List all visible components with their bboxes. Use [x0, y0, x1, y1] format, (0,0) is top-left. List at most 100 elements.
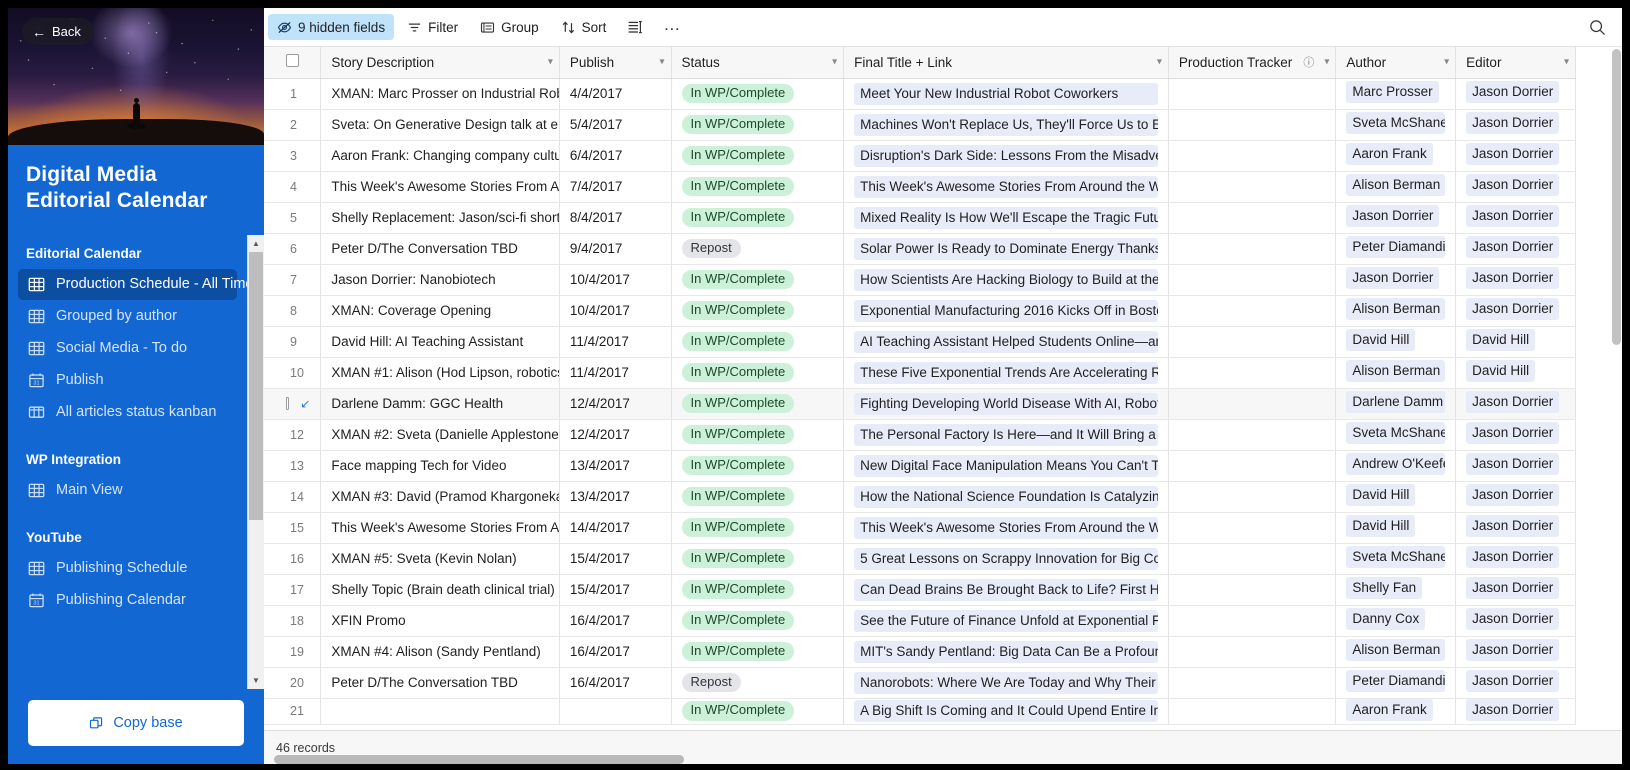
- table-row[interactable]: 21In WP/CompleteA Big Shift Is Coming an…: [264, 698, 1576, 724]
- cell-publish[interactable]: 10/4/2017: [559, 264, 671, 295]
- cell-publish[interactable]: 16/4/2017: [559, 605, 671, 636]
- cell-status[interactable]: In WP/Complete: [671, 388, 844, 419]
- row-number-cell[interactable]: 2: [264, 109, 321, 140]
- cell-story-description[interactable]: Face mapping Tech for Video: [321, 450, 560, 481]
- cell-publish[interactable]: 6/4/2017: [559, 140, 671, 171]
- cell-publish[interactable]: [559, 698, 671, 724]
- row-number-cell[interactable]: 20: [264, 667, 321, 698]
- row-number-cell[interactable]: ↗: [264, 388, 321, 419]
- cell-status[interactable]: In WP/Complete: [671, 543, 844, 574]
- cell-author[interactable]: Sveta McShane: [1336, 109, 1456, 140]
- cell-author[interactable]: Jason Dorrier: [1336, 202, 1456, 233]
- cell-production-tracker[interactable]: [1168, 605, 1335, 636]
- hidden-fields-button[interactable]: 9 hidden fields: [268, 14, 394, 40]
- cell-final-title-link[interactable]: Solar Power Is Ready to Dominate Energy …: [844, 233, 1169, 264]
- back-button[interactable]: ← Back: [22, 18, 94, 45]
- cell-author[interactable]: Peter Diamandis: [1336, 667, 1456, 698]
- cell-author[interactable]: Marc Prosser: [1336, 78, 1456, 109]
- cell-status[interactable]: In WP/Complete: [671, 636, 844, 667]
- cell-status[interactable]: In WP/Complete: [671, 698, 844, 724]
- cell-final-title-link[interactable]: Mixed Reality Is How We'll Escape the Tr…: [844, 202, 1169, 233]
- cell-story-description[interactable]: Shelly Topic (Brain death clinical trial…: [321, 574, 560, 605]
- table-row[interactable]: 17Shelly Topic (Brain death clinical tri…: [264, 574, 1576, 605]
- cell-publish[interactable]: 5/4/2017: [559, 109, 671, 140]
- row-number-cell[interactable]: 9: [264, 326, 321, 357]
- cell-publish[interactable]: 8/4/2017: [559, 202, 671, 233]
- cell-status[interactable]: In WP/Complete: [671, 202, 844, 233]
- cell-final-title-link[interactable]: Nanorobots: Where We Are Today and Why T…: [844, 667, 1169, 698]
- cell-story-description[interactable]: Peter D/The Conversation TBD: [321, 667, 560, 698]
- cell-final-title-link[interactable]: Meet Your New Industrial Robot Coworkers: [844, 78, 1169, 109]
- table-row[interactable]: 4This Week's Awesome Stories From Ar…7/4…: [264, 171, 1576, 202]
- cell-production-tracker[interactable]: [1168, 419, 1335, 450]
- cell-status[interactable]: In WP/Complete: [671, 109, 844, 140]
- cell-production-tracker[interactable]: [1168, 543, 1335, 574]
- group-button[interactable]: Group: [471, 14, 548, 40]
- cell-production-tracker[interactable]: [1168, 233, 1335, 264]
- cell-editor[interactable]: Jason Dorrier: [1456, 636, 1576, 667]
- cell-author[interactable]: David Hill: [1336, 326, 1456, 357]
- cell-author[interactable]: Alison Berman: [1336, 171, 1456, 202]
- cell-story-description[interactable]: Darlene Damm: GGC Health: [321, 388, 560, 419]
- cell-story-description[interactable]: This Week's Awesome Stories From Ar…: [321, 512, 560, 543]
- column-header-publish[interactable]: Publish ▾: [559, 47, 671, 78]
- cell-editor[interactable]: Jason Dorrier: [1456, 78, 1576, 109]
- cell-final-title-link[interactable]: A Big Shift Is Coming and It Could Upend…: [844, 698, 1169, 724]
- cell-publish[interactable]: 7/4/2017: [559, 171, 671, 202]
- cell-editor[interactable]: David Hill: [1456, 326, 1576, 357]
- copy-base-button[interactable]: Copy base: [28, 700, 244, 746]
- sidebar-item-social-media-to-do[interactable]: Social Media - To do: [18, 333, 237, 364]
- table-row[interactable]: 3Aaron Frank: Changing company culture6/…: [264, 140, 1576, 171]
- chevron-down-icon[interactable]: ▾: [660, 57, 665, 68]
- search-button[interactable]: [1582, 14, 1612, 40]
- cell-author[interactable]: David Hill: [1336, 481, 1456, 512]
- cell-editor[interactable]: Jason Dorrier: [1456, 388, 1576, 419]
- cell-publish[interactable]: 11/4/2017: [559, 326, 671, 357]
- table-row[interactable]: 16XMAN #5: Sveta (Kevin Nolan)15/4/2017I…: [264, 543, 1576, 574]
- cell-production-tracker[interactable]: [1168, 667, 1335, 698]
- cell-story-description[interactable]: XMAN #1: Alison (Hod Lipson, robotics): [321, 357, 560, 388]
- row-number-cell[interactable]: 8: [264, 295, 321, 326]
- cell-status[interactable]: In WP/Complete: [671, 574, 844, 605]
- cell-production-tracker[interactable]: [1168, 78, 1335, 109]
- cell-editor[interactable]: Jason Dorrier: [1456, 295, 1576, 326]
- info-icon[interactable]: ⓘ: [1303, 54, 1314, 70]
- cell-story-description[interactable]: Shelly Replacement: Jason/sci-fi short: [321, 202, 560, 233]
- row-select-checkbox[interactable]: [286, 397, 289, 410]
- column-header-author[interactable]: Author ▾: [1336, 47, 1456, 78]
- table-row[interactable]: 2Sveta: On Generative Design talk at e.g…: [264, 109, 1576, 140]
- chevron-down-icon[interactable]: ▾: [1564, 57, 1569, 68]
- cell-editor[interactable]: Jason Dorrier: [1456, 450, 1576, 481]
- cell-author[interactable]: Aaron Frank: [1336, 698, 1456, 724]
- cell-publish[interactable]: 13/4/2017: [559, 450, 671, 481]
- row-number-cell[interactable]: 15: [264, 512, 321, 543]
- cell-final-title-link[interactable]: Machines Won't Replace Us, They'll Force…: [844, 109, 1169, 140]
- cell-status[interactable]: In WP/Complete: [671, 78, 844, 109]
- cell-status[interactable]: Repost: [671, 667, 844, 698]
- cell-editor[interactable]: Jason Dorrier: [1456, 698, 1576, 724]
- cell-editor[interactable]: Jason Dorrier: [1456, 419, 1576, 450]
- cell-status[interactable]: In WP/Complete: [671, 605, 844, 636]
- cell-story-description[interactable]: XMAN #2: Sveta (Danielle Applestone): [321, 419, 560, 450]
- table-row[interactable]: 8XMAN: Coverage Opening10/4/2017In WP/Co…: [264, 295, 1576, 326]
- cell-publish[interactable]: 4/4/2017: [559, 78, 671, 109]
- cell-production-tracker[interactable]: [1168, 388, 1335, 419]
- cell-editor[interactable]: Jason Dorrier: [1456, 264, 1576, 295]
- cell-author[interactable]: David Hill: [1336, 512, 1456, 543]
- cell-author[interactable]: Sveta McShane: [1336, 543, 1456, 574]
- cell-story-description[interactable]: Aaron Frank: Changing company culture: [321, 140, 560, 171]
- chevron-down-icon[interactable]: ▾: [1324, 57, 1329, 68]
- sidebar-item-publishing-schedule[interactable]: Publishing Schedule: [18, 553, 237, 584]
- cell-author[interactable]: Alison Berman: [1336, 636, 1456, 667]
- table-row[interactable]: 5Shelly Replacement: Jason/sci-fi short8…: [264, 202, 1576, 233]
- cell-publish[interactable]: 16/4/2017: [559, 667, 671, 698]
- cell-editor[interactable]: Jason Dorrier: [1456, 140, 1576, 171]
- cell-final-title-link[interactable]: New Digital Face Manipulation Means You …: [844, 450, 1169, 481]
- cell-status[interactable]: In WP/Complete: [671, 481, 844, 512]
- sidebar-item-production-schedule-all-time[interactable]: Production Schedule - All Time: [18, 269, 237, 300]
- cell-editor[interactable]: Jason Dorrier: [1456, 574, 1576, 605]
- cell-editor[interactable]: Jason Dorrier: [1456, 109, 1576, 140]
- cell-status[interactable]: In WP/Complete: [671, 140, 844, 171]
- cell-story-description[interactable]: XMAN #5: Sveta (Kevin Nolan): [321, 543, 560, 574]
- expand-record-icon[interactable]: ↗: [299, 398, 311, 408]
